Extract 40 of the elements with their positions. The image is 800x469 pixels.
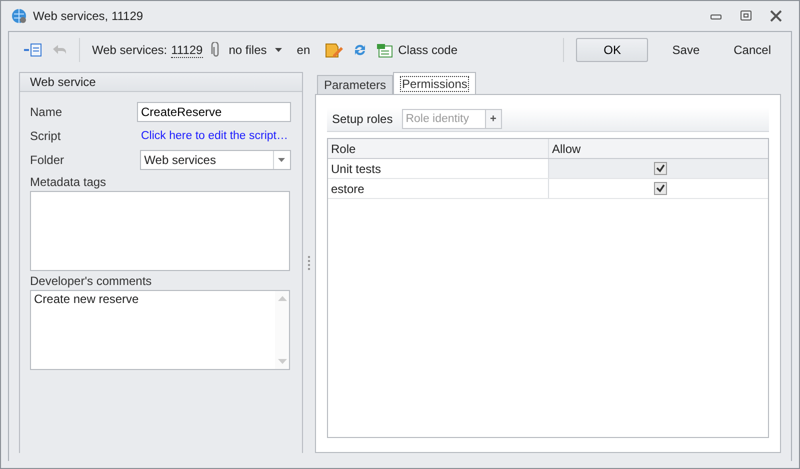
edit-script-link[interactable]: Click here to edit the script… — [141, 130, 288, 142]
code-file-icon — [376, 42, 394, 58]
language-label[interactable]: en — [296, 43, 310, 57]
table-row[interactable]: Unit tests — [328, 159, 768, 179]
tab[interactable]: Parameters — [317, 75, 394, 94]
metadata-tags-field[interactable] — [30, 191, 290, 271]
object-type-label: Web services: — [92, 43, 168, 57]
panel-toggle-icon[interactable] — [23, 42, 43, 58]
metadata-tags-label: Metadata tags — [30, 175, 108, 189]
tab[interactable]: Permissions — [393, 72, 476, 94]
ok-button[interactable]: OK — [576, 38, 648, 62]
close-icon[interactable] — [769, 10, 783, 22]
folder-dropdown[interactable]: Web services — [140, 150, 291, 170]
comments-label: Developer's comments — [30, 274, 153, 288]
name-field[interactable]: CreateReserve — [137, 102, 291, 122]
globe-icon — [11, 8, 27, 24]
window-title: Web services, 11129 — [33, 9, 144, 23]
column-header: Role — [328, 139, 549, 158]
action-button[interactable]: Save — [662, 39, 710, 61]
table-row[interactable]: estore — [328, 179, 768, 199]
checkbox[interactable] — [654, 162, 666, 175]
folder-label: Folder — [30, 153, 66, 167]
dropdown-arrow-icon[interactable] — [278, 158, 286, 162]
add-role-button[interactable]: + — [484, 110, 501, 128]
edit-icon[interactable] — [324, 41, 344, 59]
column-header: Allow — [551, 140, 582, 158]
script-label: Script — [30, 129, 62, 143]
checkbox[interactable] — [654, 182, 666, 195]
name-label: Name — [30, 105, 64, 119]
table-cell: estore — [328, 179, 549, 198]
maximize-icon[interactable] — [739, 10, 753, 22]
role-identity-field[interactable]: Role identity + — [402, 109, 502, 129]
paperclip-icon[interactable] — [210, 42, 221, 58]
comments-field[interactable]: Create new reserve — [30, 290, 290, 370]
object-id-link[interactable]: 11129 — [171, 42, 203, 58]
files-label[interactable]: no files — [228, 43, 267, 57]
dropdown-arrow-icon[interactable] — [274, 48, 283, 52]
class-code-button[interactable]: Class code — [376, 42, 458, 58]
action-button[interactable]: Cancel — [724, 39, 781, 61]
setup-roles-label: Setup roles — [332, 112, 393, 126]
